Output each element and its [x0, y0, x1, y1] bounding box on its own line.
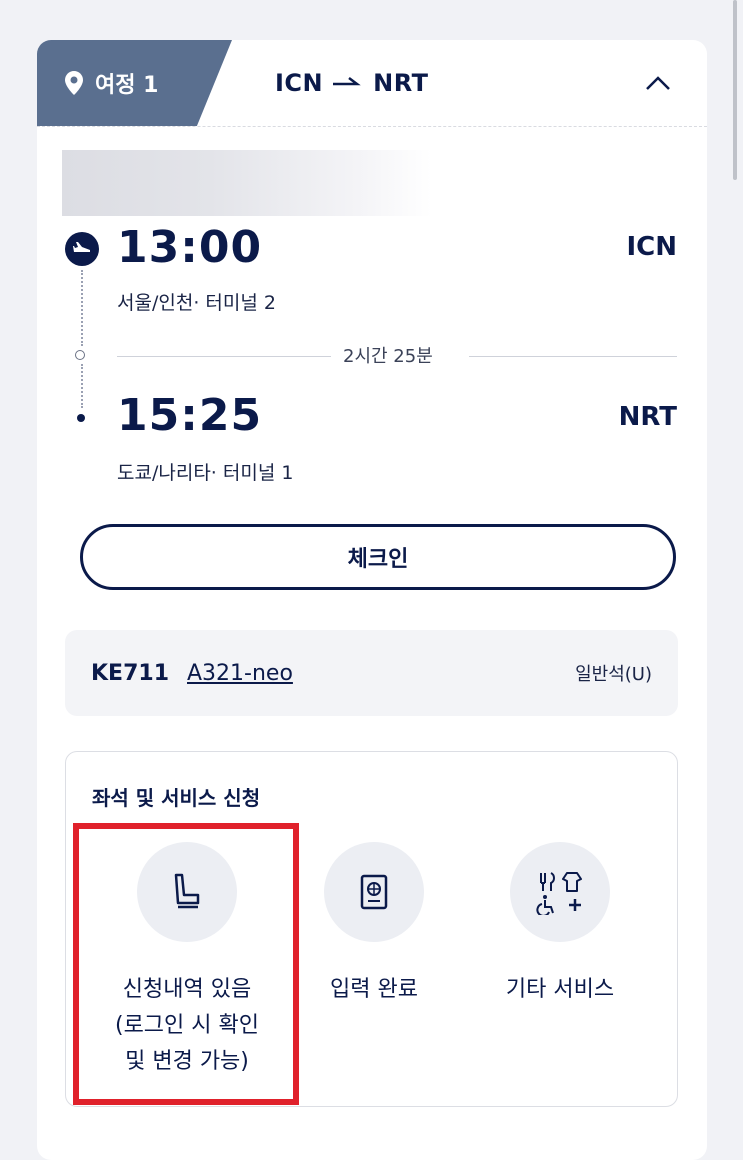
timeline-dots	[81, 270, 83, 346]
cabin-class: 일반석(U)	[575, 664, 652, 685]
departure-plane-icon	[65, 232, 99, 266]
highlight-box	[73, 823, 299, 1105]
other-services-icon	[510, 842, 610, 942]
departure-time: 13:00	[117, 222, 263, 273]
duration-line	[469, 356, 677, 357]
scrollbar[interactable]	[733, 0, 737, 180]
departure-code: ICN	[626, 232, 677, 262]
arrival-place: 도쿄/나리타· 터미널 1	[117, 462, 294, 484]
other-service-item[interactable]: 기타 서비스	[470, 842, 650, 1008]
blurred-image	[62, 150, 432, 216]
arrival-dot-icon	[77, 414, 85, 422]
leg-label: 여정 1	[95, 73, 159, 98]
arrival-time: 15:25	[117, 390, 263, 441]
passport-service-item[interactable]: 입력 완료	[284, 842, 464, 1008]
collapse-chevron-icon[interactable]	[643, 68, 673, 98]
route-origin: ICN	[275, 69, 324, 97]
location-pin-icon	[65, 71, 83, 95]
duration-line	[117, 356, 331, 357]
flight-info: KE711 A321-neo 일반석(U)	[65, 630, 678, 716]
route-destination: NRT	[373, 69, 429, 97]
card-header[interactable]: 여정 1 ICN NRT	[37, 40, 707, 127]
other-service-label: 기타 서비스	[505, 977, 615, 1002]
arrival-code: NRT	[618, 402, 677, 432]
flight-number: KE711	[91, 660, 169, 686]
passport-service-label: 입력 완료	[330, 977, 418, 1002]
checkin-button[interactable]: 체크인	[80, 524, 676, 590]
route: ICN NRT	[275, 40, 429, 126]
leg-tab: 여정 1	[37, 40, 232, 126]
flight-duration: 2시간 25분	[337, 342, 439, 368]
service-title: 좌석 및 서비스 신청	[92, 786, 261, 810]
aircraft-link[interactable]: A321-neo	[187, 661, 293, 686]
passport-icon	[324, 842, 424, 942]
departure-place: 서울/인천· 터미널 2	[117, 292, 276, 314]
flight-arrow-icon	[333, 76, 363, 90]
timeline-circle	[75, 350, 85, 360]
timeline-dots	[81, 364, 83, 408]
